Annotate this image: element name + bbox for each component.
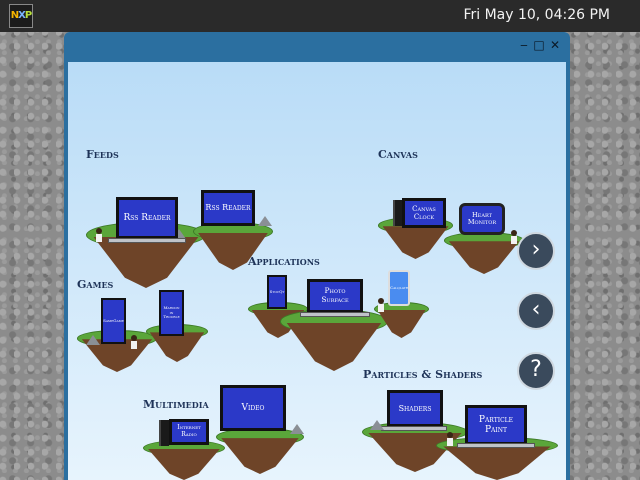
demo-maroon[interactable]: Maroon in Trouble [159,290,184,336]
nxp-logo[interactable]: NXP [9,4,33,28]
top-panel: NXP Fri May 10, 04:26 PM [0,0,640,32]
category-games-label: Games [77,278,114,291]
previous-page-button[interactable]: ‹ [517,292,555,330]
maximize-button[interactable]: □ [532,38,546,52]
person-icon [378,298,384,312]
rock-icon [370,420,384,430]
multimedia-island-left [143,440,225,480]
demo-shaders[interactable]: Shaders [387,390,443,427]
category-applications-label: Applications [248,255,320,268]
person-icon [96,228,102,242]
demo-calqlatr[interactable]: Calqlatr [388,270,410,306]
demo-heart-monitor[interactable]: Heart Monitor [459,203,505,235]
demo-internet-radio[interactable]: Internet Radio [169,419,209,445]
demo-stocqt[interactable]: StocQt [267,275,287,309]
demo-video[interactable]: Video [220,385,286,431]
logo-letter-x: X [18,10,26,21]
applications-island [280,309,388,371]
category-particles-label: Particles & Shaders [363,368,483,381]
demo-samegame[interactable]: SameGame [101,298,126,344]
category-feeds-label: Feeds [86,148,119,161]
demo-rss-reader-2[interactable]: Rss Reader [201,190,255,226]
laptop-base [381,426,447,431]
person-icon [131,335,137,349]
app-window: ‒ □ ✕ Feeds Rss Reader Rss Reader Canvas… [64,32,570,480]
category-multimedia-label: Multimedia [143,398,209,411]
laptop-base [300,312,370,317]
close-button[interactable]: ✕ [548,38,562,52]
demo-launcher-canvas: Feeds Rss Reader Rss Reader Canvas Canva… [68,62,566,480]
demo-rss-reader-1[interactable]: Rss Reader [116,197,178,239]
minimize-button[interactable]: ‒ [517,38,531,52]
logo-letter-p: P [24,10,32,21]
multimedia-island [216,428,304,474]
demo-canvas-clock[interactable]: Canvas Clock [402,198,446,228]
person-icon [447,432,453,446]
demo-photo-surface[interactable]: Photo Surface [307,279,363,313]
window-titlebar[interactable]: ‒ □ ✕ [64,32,570,60]
rock-icon [290,424,304,434]
demo-particle-paint[interactable]: Particle Paint [465,405,527,445]
rock-icon [258,216,272,226]
help-button[interactable]: ? [517,352,555,390]
next-page-button[interactable]: › [517,232,555,270]
clock[interactable]: Fri May 10, 04:26 PM [463,7,610,23]
rock-icon [86,335,100,345]
category-canvas-label: Canvas [378,148,418,161]
laptop-base [457,443,535,448]
tower-icon [159,420,169,446]
laptop-base [108,238,186,243]
person-icon [511,230,517,244]
